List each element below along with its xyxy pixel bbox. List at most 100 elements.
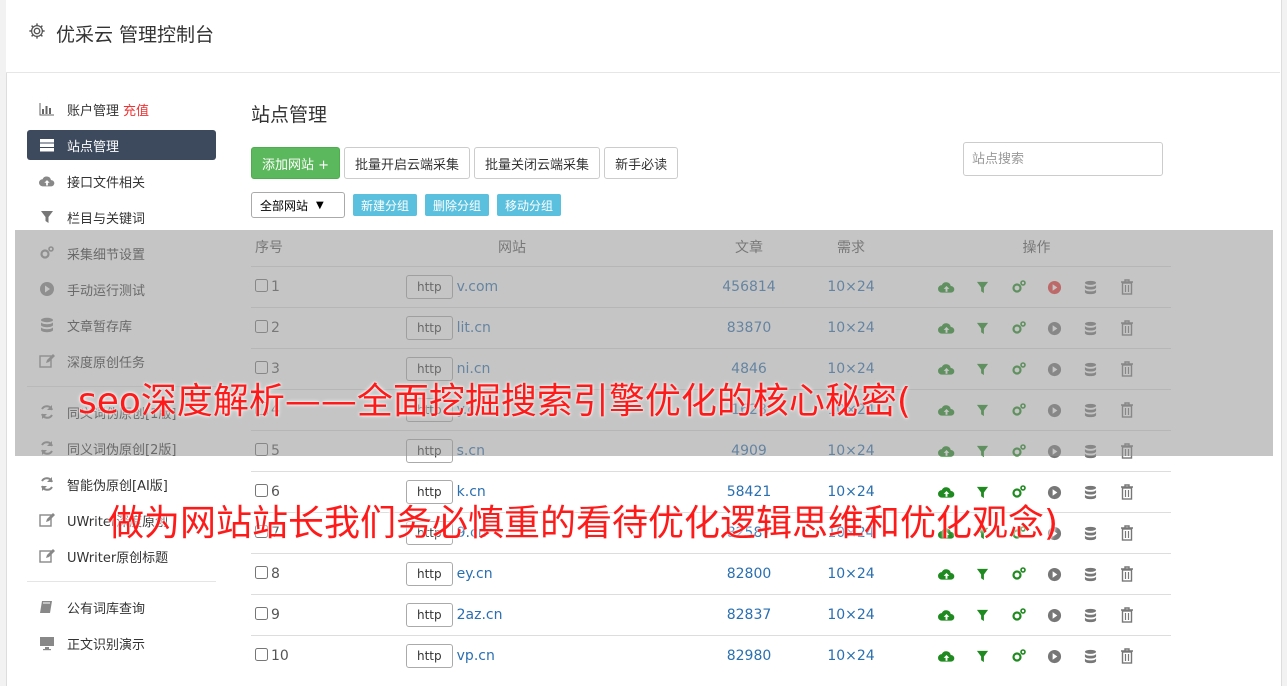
articles-count[interactable]: 82837 [698,594,800,636]
cogs-icon[interactable] [1010,525,1027,542]
move-group-button[interactable]: 移动分组 [497,194,562,216]
cloud-upload-icon[interactable] [938,648,955,665]
cloud-upload-icon[interactable] [938,402,955,419]
trash-icon[interactable] [1118,361,1135,378]
play-circle-icon[interactable] [1046,607,1063,624]
row-checkbox[interactable] [255,607,268,620]
trash-icon[interactable] [1118,648,1135,665]
sidebar-item-items3-0[interactable]: 公有词库查询 [27,592,216,622]
articles-count[interactable]: 4846 [698,348,800,390]
row-checkbox[interactable] [255,402,268,415]
play-circle-icon[interactable] [1046,443,1063,460]
play-circle-icon[interactable] [1046,525,1063,542]
cloud-upload-icon[interactable] [938,320,955,337]
row-checkbox[interactable] [255,320,268,333]
cogs-icon[interactable] [1010,443,1027,460]
sidebar-item-items-2[interactable]: 接口文件相关 [27,166,216,196]
cogs-icon[interactable] [1010,320,1027,337]
play-circle-icon[interactable] [1046,279,1063,296]
batch-enable-button[interactable]: 批量开启云端采集 [344,147,471,179]
articles-count[interactable]: 82800 [698,553,800,595]
database-icon[interactable] [1082,279,1099,296]
add-site-button[interactable]: 添加网站 + [251,147,341,179]
database-icon[interactable] [1082,648,1099,665]
database-icon[interactable] [1082,361,1099,378]
cogs-icon[interactable] [1010,648,1027,665]
sidebar-item-items-0[interactable]: 账户管理 充值 [27,94,216,124]
filter-icon[interactable] [974,361,991,378]
play-circle-icon[interactable] [1046,402,1063,419]
site-domain[interactable]: 9.cn [457,525,487,541]
delete-group-button[interactable]: 删除分组 [425,194,490,216]
cogs-icon[interactable] [1010,361,1027,378]
cogs-icon[interactable] [1010,484,1027,501]
cogs-icon[interactable] [1010,607,1027,624]
cloud-upload-icon[interactable] [938,361,955,378]
site-domain[interactable]: y.cn [457,402,484,418]
database-icon[interactable] [1082,320,1099,337]
site-domain[interactable]: ni.cn [457,361,491,377]
row-checkbox[interactable] [255,279,268,292]
filter-icon[interactable] [974,566,991,583]
play-circle-icon[interactable] [1046,361,1063,378]
site-domain[interactable]: ey.cn [457,566,493,582]
filter-icon[interactable] [974,525,991,542]
trash-icon[interactable] [1118,525,1135,542]
sidebar-item-items-6[interactable]: 文章暂存库 [27,310,216,340]
row-checkbox[interactable] [255,443,268,456]
filter-icon[interactable] [974,648,991,665]
play-circle-icon[interactable] [1046,320,1063,337]
filter-icon[interactable] [974,320,991,337]
sidebar-item-items3-1[interactable]: 正文识别演示 [27,628,216,658]
row-checkbox[interactable] [255,361,268,374]
sidebar-item-items-7[interactable]: 深度原创任务 [27,346,216,376]
cloud-upload-icon[interactable] [938,484,955,501]
row-checkbox[interactable] [255,566,268,579]
sidebar-item-items-5[interactable]: 手动运行测试 [27,274,216,304]
database-icon[interactable] [1082,525,1099,542]
sidebar-item-items2-2[interactable]: 智能伪原创[AI版] [27,469,216,499]
database-icon[interactable] [1082,566,1099,583]
articles-count[interactable]: 1628 [698,389,800,431]
database-icon[interactable] [1082,443,1099,460]
trash-icon[interactable] [1118,402,1135,419]
cogs-icon[interactable] [1010,566,1027,583]
filter-icon[interactable] [974,484,991,501]
trash-icon[interactable] [1118,607,1135,624]
site-domain[interactable]: 2az.cn [457,607,503,623]
cogs-icon[interactable] [1010,279,1027,296]
sidebar-item-items-3[interactable]: 栏目与关键词 [27,202,216,232]
cloud-upload-icon[interactable] [938,279,955,296]
trash-icon[interactable] [1118,320,1135,337]
row-checkbox[interactable] [255,525,268,538]
cloud-upload-icon[interactable] [938,607,955,624]
sidebar-item-items-4[interactable]: 采集细节设置 [27,238,216,268]
articles-count[interactable]: 82980 [698,635,800,676]
cogs-icon[interactable] [1010,402,1027,419]
database-icon[interactable] [1082,607,1099,624]
sidebar-item-items2-1[interactable]: 同义词伪原创[2版] [27,433,216,463]
articles-count[interactable]: 82587 [698,512,800,554]
site-domain[interactable]: v.com [457,279,499,295]
filter-icon[interactable] [974,607,991,624]
new-group-button[interactable]: 新建分组 [353,194,418,216]
sidebar-item-items-1[interactable]: 站点管理 [27,130,216,160]
trash-icon[interactable] [1118,484,1135,501]
sidebar-item-items2-0[interactable]: 同义词伪原创[1版] [27,397,216,427]
site-domain[interactable]: s.cn [457,443,485,459]
articles-count[interactable]: 4909 [698,430,800,472]
articles-count[interactable]: 58421 [698,471,800,513]
articles-count[interactable]: 456814 [698,266,800,308]
site-domain[interactable]: k.cn [457,484,486,500]
trash-icon[interactable] [1118,279,1135,296]
trash-icon[interactable] [1118,566,1135,583]
sidebar-item-items2-4[interactable]: UWriter原创标题 [27,541,216,571]
site-search-input[interactable] [963,142,1163,176]
database-icon[interactable] [1082,402,1099,419]
cloud-upload-icon[interactable] [938,443,955,460]
play-circle-icon[interactable] [1046,566,1063,583]
sidebar-item-items2-3[interactable]: UWriter深度原创 [27,505,216,535]
site-domain[interactable]: lit.cn [457,320,491,336]
play-circle-icon[interactable] [1046,484,1063,501]
row-checkbox[interactable] [255,648,268,661]
